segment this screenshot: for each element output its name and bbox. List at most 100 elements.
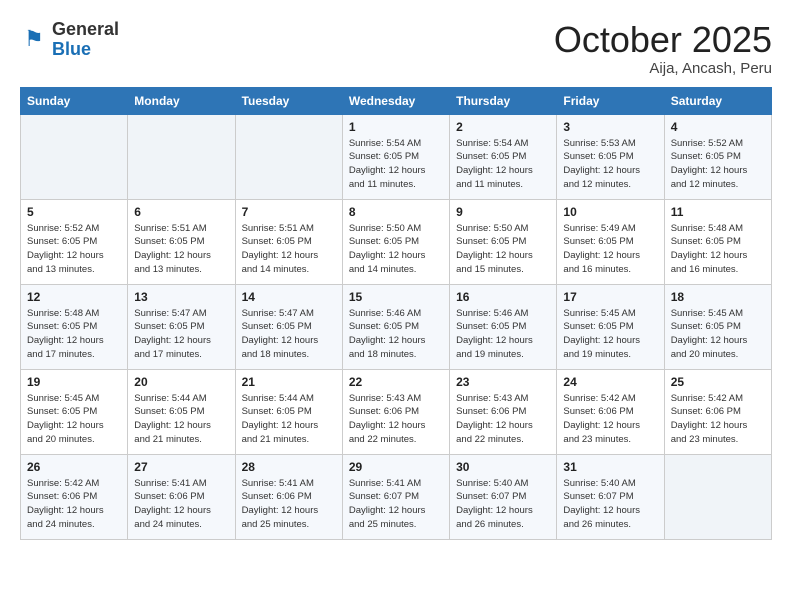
day-info: Sunrise: 5:41 AM Sunset: 6:06 PM Dayligh… [134,477,228,532]
weekday-header-cell: Tuesday [235,87,342,114]
weekday-header-cell: Monday [128,87,235,114]
calendar-cell: 13Sunrise: 5:47 AM Sunset: 6:05 PM Dayli… [128,284,235,369]
day-number: 2 [456,120,550,134]
calendar-cell: 26Sunrise: 5:42 AM Sunset: 6:06 PM Dayli… [21,454,128,539]
day-number: 1 [349,120,443,134]
day-info: Sunrise: 5:54 AM Sunset: 6:05 PM Dayligh… [456,137,550,192]
calendar-cell: 24Sunrise: 5:42 AM Sunset: 6:06 PM Dayli… [557,369,664,454]
calendar-cell: 20Sunrise: 5:44 AM Sunset: 6:05 PM Dayli… [128,369,235,454]
calendar-cell: 8 Sunrise: 5:50 AM Sunset: 6:05 PM Daylig… [342,199,449,284]
calendar-week-row: 5Sunrise: 5:52 AM Sunset: 6:05 PM Daylig… [21,199,772,284]
logo: ⚑ General Blue [20,20,119,60]
calendar-cell [128,114,235,199]
day-info: Sunrise: 5:54 AM Sunset: 6:05 PM Dayligh… [349,137,443,192]
calendar-cell: 10 Sunrise: 5:49 AM Sunset: 6:05 PM Dayli… [557,199,664,284]
calendar-cell: 4 Sunrise: 5:52 AM Sunset: 6:05 PM Daylig… [664,114,771,199]
calendar-cell: 18Sunrise: 5:45 AM Sunset: 6:05 PM Dayli… [664,284,771,369]
title-block: October 2025 Aija, Ancash, Peru [554,20,772,77]
day-number: 19 [27,375,121,389]
day-info: Sunrise: 5:40 AM Sunset: 6:07 PM Dayligh… [456,477,550,532]
calendar-cell: 19Sunrise: 5:45 AM Sunset: 6:05 PM Dayli… [21,369,128,454]
calendar-cell: 3Sunrise: 5:53 AM Sunset: 6:05 PM Daylig… [557,114,664,199]
day-number: 9 [456,205,550,219]
day-number: 25 [671,375,765,389]
calendar-cell: 7Sunrise: 5:51 AM Sunset: 6:05 PM Daylig… [235,199,342,284]
day-number: 17 [563,290,657,304]
weekday-header-cell: Sunday [21,87,128,114]
calendar-cell: 16 Sunrise: 5:46 AM Sunset: 6:05 PM Dayli… [450,284,557,369]
calendar-cell: 23 Sunrise: 5:43 AM Sunset: 6:06 PM Dayli… [450,369,557,454]
calendar-week-row: 1 Sunrise: 5:54 AM Sunset: 6:05 PM Daylig… [21,114,772,199]
day-info: Sunrise: 5:51 AM Sunset: 6:05 PM Dayligh… [134,222,228,277]
day-number: 22 [349,375,443,389]
day-number: 21 [242,375,336,389]
day-number: 13 [134,290,228,304]
calendar-cell: 17 Sunrise: 5:45 AM Sunset: 6:05 PM Dayli… [557,284,664,369]
day-info: Sunrise: 5:43 AM Sunset: 6:06 PM Dayligh… [456,392,550,447]
calendar-cell: 2 Sunrise: 5:54 AM Sunset: 6:05 PM Daylig… [450,114,557,199]
day-number: 12 [27,290,121,304]
calendar-cell: 15 Sunrise: 5:46 AM Sunset: 6:05 PM Dayli… [342,284,449,369]
day-number: 28 [242,460,336,474]
day-number: 4 [671,120,765,134]
calendar-cell: 29Sunrise: 5:41 AM Sunset: 6:07 PM Dayli… [342,454,449,539]
calendar-week-row: 26Sunrise: 5:42 AM Sunset: 6:06 PM Dayli… [21,454,772,539]
day-number: 6 [134,205,228,219]
day-number: 24 [563,375,657,389]
day-info: Sunrise: 5:52 AM Sunset: 6:05 PM Dayligh… [671,137,765,192]
day-info: Sunrise: 5:42 AM Sunset: 6:06 PM Dayligh… [671,392,765,447]
day-number: 7 [242,205,336,219]
day-info: Sunrise: 5:49 AM Sunset: 6:05 PM Dayligh… [563,222,657,277]
calendar-cell: 5Sunrise: 5:52 AM Sunset: 6:05 PM Daylig… [21,199,128,284]
day-number: 8 [349,205,443,219]
logo-blue-text: Blue [52,39,91,59]
day-info: Sunrise: 5:53 AM Sunset: 6:05 PM Dayligh… [563,137,657,192]
calendar-cell: 6 Sunrise: 5:51 AM Sunset: 6:05 PM Daylig… [128,199,235,284]
day-info: Sunrise: 5:50 AM Sunset: 6:05 PM Dayligh… [349,222,443,277]
day-number: 11 [671,205,765,219]
calendar-cell: 31 Sunrise: 5:40 AM Sunset: 6:07 PM Dayli… [557,454,664,539]
day-info: Sunrise: 5:52 AM Sunset: 6:05 PM Dayligh… [27,222,121,277]
day-number: 31 [563,460,657,474]
calendar-week-row: 12Sunrise: 5:48 AM Sunset: 6:05 PM Dayli… [21,284,772,369]
calendar-cell: 14Sunrise: 5:47 AM Sunset: 6:05 PM Dayli… [235,284,342,369]
day-info: Sunrise: 5:44 AM Sunset: 6:05 PM Dayligh… [242,392,336,447]
day-info: Sunrise: 5:42 AM Sunset: 6:06 PM Dayligh… [27,477,121,532]
page-header: ⚑ General Blue October 2025 Aija, Ancash… [20,20,772,77]
calendar-cell [235,114,342,199]
calendar-cell: 22 Sunrise: 5:43 AM Sunset: 6:06 PM Dayli… [342,369,449,454]
day-info: Sunrise: 5:43 AM Sunset: 6:06 PM Dayligh… [349,392,443,447]
weekday-header-row: SundayMondayTuesdayWednesdayThursdayFrid… [21,87,772,114]
location-subtitle: Aija, Ancash, Peru [554,60,772,77]
day-number: 29 [349,460,443,474]
day-info: Sunrise: 5:46 AM Sunset: 6:05 PM Dayligh… [349,307,443,362]
logo-icon: ⚑ [20,26,48,54]
calendar-cell [21,114,128,199]
day-info: Sunrise: 5:45 AM Sunset: 6:05 PM Dayligh… [671,307,765,362]
day-info: Sunrise: 5:40 AM Sunset: 6:07 PM Dayligh… [563,477,657,532]
calendar-cell: 25 Sunrise: 5:42 AM Sunset: 6:06 PM Dayli… [664,369,771,454]
calendar-week-row: 19Sunrise: 5:45 AM Sunset: 6:05 PM Dayli… [21,369,772,454]
logo-general-text: General [52,19,119,39]
day-number: 27 [134,460,228,474]
weekday-header-cell: Wednesday [342,87,449,114]
day-info: Sunrise: 5:45 AM Sunset: 6:05 PM Dayligh… [563,307,657,362]
calendar-cell: 1 Sunrise: 5:54 AM Sunset: 6:05 PM Daylig… [342,114,449,199]
calendar-cell: 11 Sunrise: 5:48 AM Sunset: 6:05 PM Dayli… [664,199,771,284]
calendar-cell: 27 Sunrise: 5:41 AM Sunset: 6:06 PM Dayli… [128,454,235,539]
calendar-cell [664,454,771,539]
svg-text:⚑: ⚑ [24,26,44,51]
day-number: 23 [456,375,550,389]
day-info: Sunrise: 5:46 AM Sunset: 6:05 PM Dayligh… [456,307,550,362]
weekday-header-cell: Friday [557,87,664,114]
calendar-table: SundayMondayTuesdayWednesdayThursdayFrid… [20,87,772,540]
day-number: 14 [242,290,336,304]
day-number: 15 [349,290,443,304]
calendar-cell: 30Sunrise: 5:40 AM Sunset: 6:07 PM Dayli… [450,454,557,539]
day-info: Sunrise: 5:48 AM Sunset: 6:05 PM Dayligh… [671,222,765,277]
day-number: 16 [456,290,550,304]
calendar-cell: 28 Sunrise: 5:41 AM Sunset: 6:06 PM Dayli… [235,454,342,539]
day-number: 10 [563,205,657,219]
calendar-cell: 21 Sunrise: 5:44 AM Sunset: 6:05 PM Dayli… [235,369,342,454]
day-info: Sunrise: 5:41 AM Sunset: 6:06 PM Dayligh… [242,477,336,532]
